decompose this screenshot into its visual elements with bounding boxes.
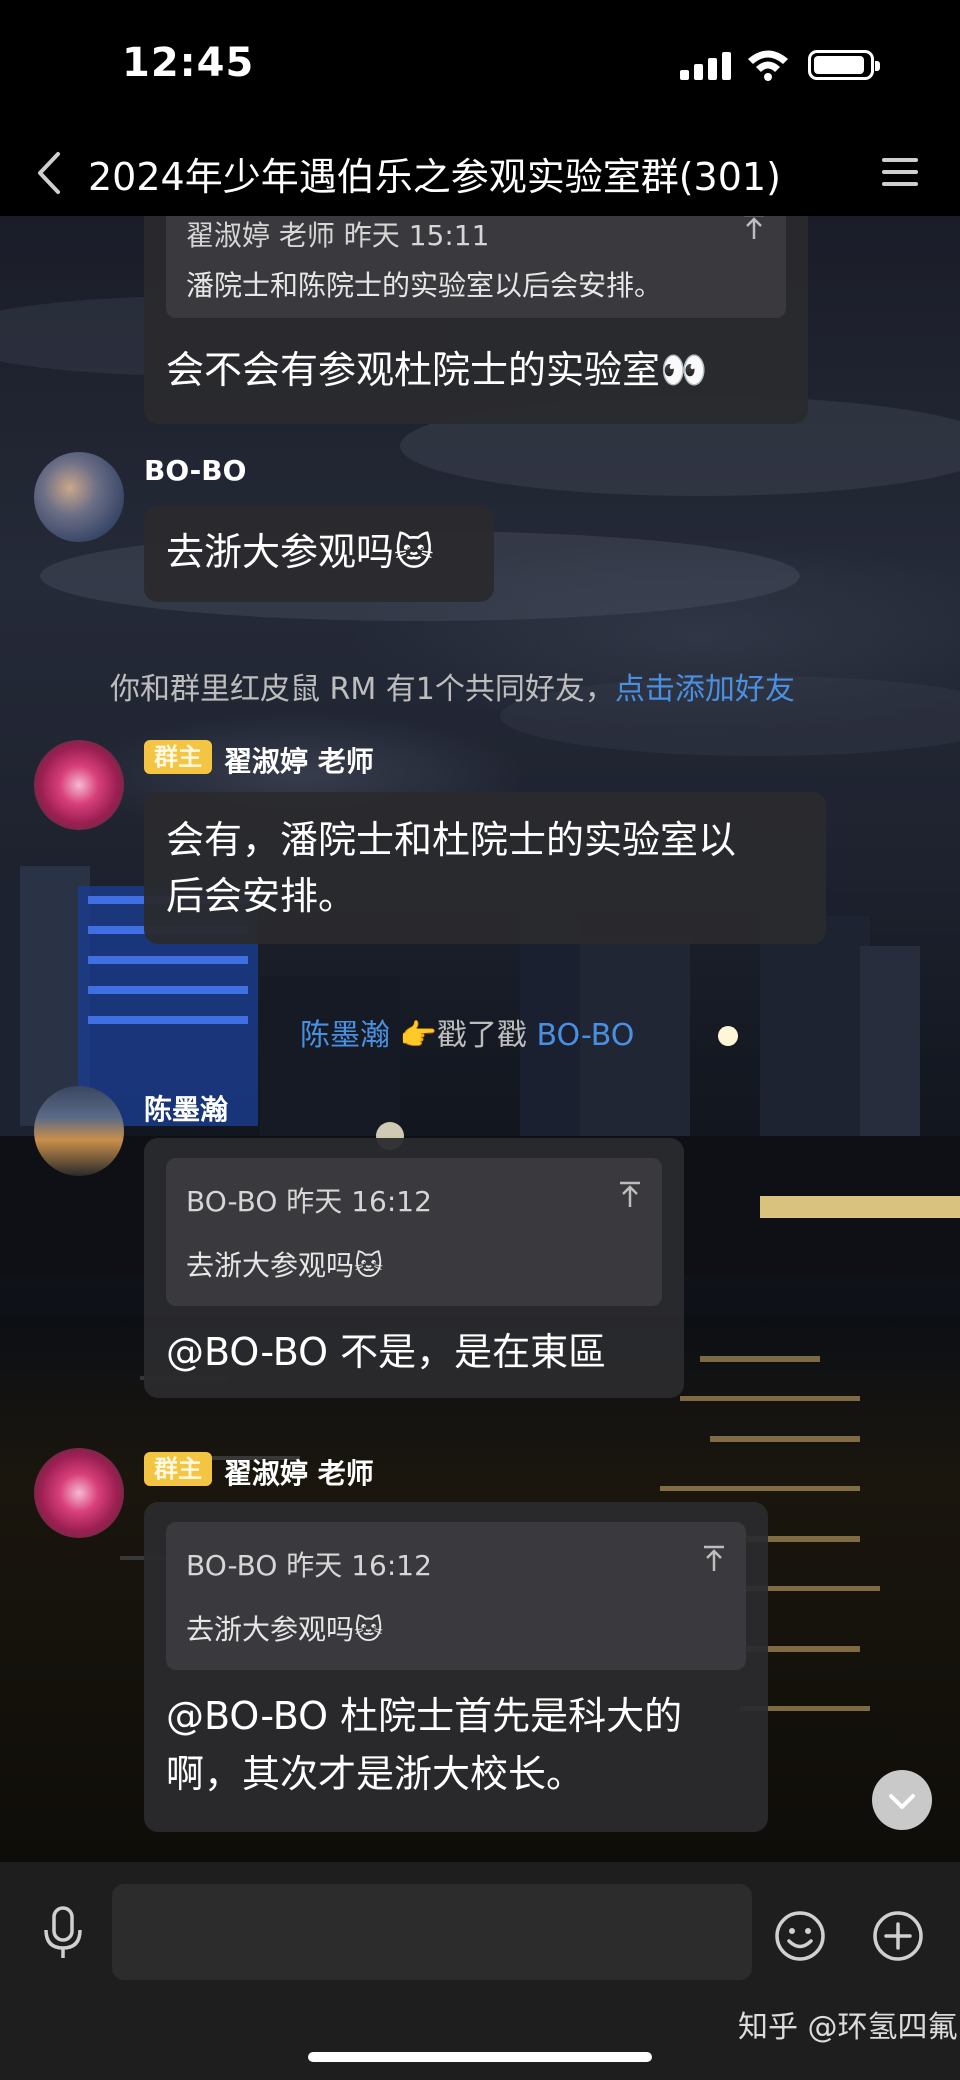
plus-icon[interactable] <box>872 1910 924 1962</box>
quoted-message[interactable]: 翟淑婷 老师 昨天 15:11 潘院士和陈院士的实验室以后会安排。 <box>166 216 786 318</box>
poke-actor[interactable]: 陈墨瀚 <box>300 1018 390 1053</box>
poke-notice: 陈墨瀚 👉戳了戳 BO-BO <box>300 1010 634 1054</box>
message-text-line: 啊，其次才是浙大校长。 <box>166 1752 585 1796</box>
menu-icon[interactable] <box>880 152 920 192</box>
status-bar: 12:45 <box>0 0 960 130</box>
microphone-icon[interactable] <box>40 1906 86 1960</box>
quoted-message[interactable]: BO-BO 昨天 16:12 去浙大参观吗🐱 <box>166 1522 746 1670</box>
message-bubble[interactable]: 会有，潘院士和杜院士的实验室以 后会安排。 <box>144 792 826 944</box>
poke-action: 戳了戳 <box>436 1018 527 1053</box>
chevron-down-icon <box>889 1794 915 1809</box>
message-text-line: @BO-BO 杜院士首先是科大的 <box>166 1694 683 1738</box>
home-indicator <box>308 2052 652 2062</box>
back-icon[interactable] <box>30 150 70 196</box>
quote-meta: BO-BO 昨天 16:12 <box>186 1549 432 1582</box>
avatar[interactable] <box>34 1086 124 1176</box>
add-friend-link[interactable]: 点击添加好友 <box>615 672 795 707</box>
quote-text: 潘院士和陈院士的实验室以后会安排。 <box>186 269 663 302</box>
quote-text: 去浙大参观吗🐱 <box>186 1613 384 1646</box>
avatar[interactable] <box>34 740 124 830</box>
avatar[interactable] <box>34 452 124 542</box>
group-owner-badge: 群主 <box>144 740 212 774</box>
message-text: 去浙大参观吗🐱 <box>166 530 434 574</box>
quote-meta: 翟淑婷 老师 昨天 15:11 <box>186 219 490 252</box>
sender-name: BO-BO <box>144 454 247 487</box>
system-notice-text: 你和群里红皮鼠 RM 有1个共同好友， <box>110 672 615 707</box>
poke-hand-icon: 👉 <box>399 1018 437 1053</box>
poke-target[interactable]: BO-BO <box>536 1018 634 1053</box>
quote-jump-icon[interactable] <box>616 1180 644 1210</box>
quote-meta: BO-BO 昨天 16:12 <box>186 1185 432 1218</box>
status-time: 12:45 <box>122 40 255 86</box>
message-bubble[interactable]: 翟淑婷 老师 昨天 15:11 潘院士和陈院士的实验室以后会安排。 会不会有参观… <box>144 216 808 424</box>
sender-name: 翟淑婷 老师 <box>224 1457 374 1490</box>
message-bubble[interactable]: BO-BO 昨天 16:12 去浙大参观吗🐱 @BO-BO 杜院士首先是科大的 … <box>144 1502 768 1832</box>
emoji-icon[interactable] <box>774 1910 826 1962</box>
quoted-message[interactable]: BO-BO 昨天 16:12 去浙大参观吗🐱 <box>166 1158 662 1306</box>
quote-jump-icon[interactable] <box>700 1544 728 1574</box>
message-bubble[interactable]: BO-BO 昨天 16:12 去浙大参观吗🐱 @BO-BO 不是，是在東區 <box>144 1138 684 1398</box>
watermark: 知乎 @环氢四氟 <box>738 2010 958 2045</box>
message-text: @BO-BO 不是，是在東區 <box>166 1330 607 1374</box>
avatar[interactable] <box>34 1448 124 1538</box>
quote-jump-icon[interactable] <box>740 216 768 242</box>
chat-title: 2024年少年遇伯乐之参观实验室群(301) <box>88 155 781 199</box>
message-bubble[interactable]: 去浙大参观吗🐱 <box>144 506 494 602</box>
battery-icon <box>808 50 880 80</box>
system-notice: 你和群里红皮鼠 RM 有1个共同好友，点击添加好友 <box>110 664 795 708</box>
chat-area[interactable]: 翟淑婷 老师 昨天 15:11 潘院士和陈院士的实验室以后会安排。 会不会有参观… <box>0 216 960 1862</box>
quote-text: 去浙大参观吗🐱 <box>186 1249 384 1282</box>
sender-name: 陈墨瀚 <box>144 1093 229 1126</box>
nav-bar: 2024年少年遇伯乐之参观实验室群(301) <box>0 130 960 216</box>
group-owner-badge: 群主 <box>144 1452 212 1486</box>
message-text-line: 会有，潘院士和杜院士的实验室以 <box>166 818 737 862</box>
message-input[interactable] <box>112 1884 752 1980</box>
sender-name: 翟淑婷 老师 <box>224 745 374 778</box>
input-bar <box>0 1862 960 2080</box>
message-text: 会不会有参观杜院士的实验室👀 <box>166 348 708 392</box>
message-text-line: 后会安排。 <box>166 874 357 918</box>
scroll-to-bottom-button[interactable] <box>872 1770 932 1830</box>
cellular-signal-icon <box>680 52 732 80</box>
wifi-icon <box>748 50 788 81</box>
